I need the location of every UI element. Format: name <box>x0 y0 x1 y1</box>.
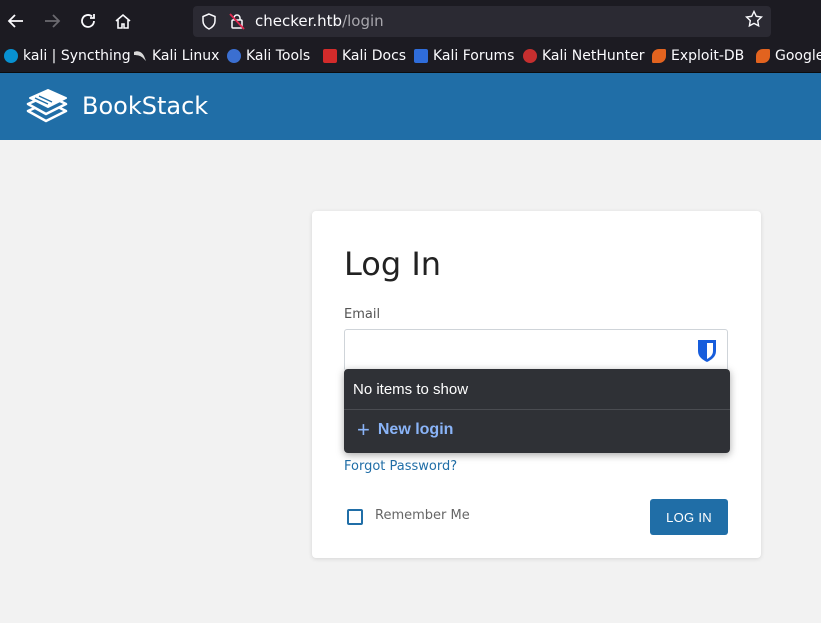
bookmark-label: Google <box>775 48 821 64</box>
plus-icon: + <box>357 417 370 442</box>
bitwarden-shield-icon[interactable] <box>696 339 718 363</box>
bookmark-star-icon[interactable] <box>744 9 764 33</box>
url-path: /login <box>342 12 384 30</box>
url-text[interactable]: checker.htb/login <box>255 12 384 30</box>
syncthing-icon <box>4 49 18 63</box>
bookmark-label: Kali Forums <box>433 48 515 64</box>
exploit-db-icon <box>652 49 666 63</box>
new-login-label: New login <box>377 421 454 438</box>
bookmark-label: Kali NetHunter <box>542 48 645 64</box>
bookmark-label: Kali Tools <box>246 48 311 64</box>
autofill-dropdown: No items to show + New login <box>344 369 730 453</box>
url-bar[interactable]: checker.htb/login <box>193 6 771 37</box>
kali-forums-icon <box>414 49 428 63</box>
browser-toolbar: checker.htb/login <box>0 0 821 42</box>
remember-me-label[interactable]: Remember Me <box>375 508 470 523</box>
bookmark-label: Kali Docs <box>342 48 407 64</box>
url-host: checker.htb <box>255 12 343 30</box>
bookmark-label: Kali Linux <box>152 48 220 64</box>
bookmark-exploit-db[interactable]: Exploit-DB <box>652 48 744 64</box>
google-hacking-icon <box>756 49 770 63</box>
arrow-right-icon <box>45 14 61 28</box>
forgot-password-link[interactable]: Forgot Password? <box>344 459 457 474</box>
bookmark-label: Exploit-DB <box>671 48 745 64</box>
login-button[interactable]: LOG IN <box>650 499 728 535</box>
bookmark-kali-nethunter[interactable]: Kali NetHunter <box>523 48 644 64</box>
kali-tools-icon <box>227 49 241 63</box>
shield-icon[interactable] <box>201 13 217 34</box>
remember-me-checkbox[interactable] <box>347 509 363 525</box>
home-button[interactable] <box>111 9 135 33</box>
email-label: Email <box>344 307 381 322</box>
app-header: BookStack <box>0 73 821 140</box>
back-button[interactable] <box>4 9 28 33</box>
arrow-left-icon <box>7 14 23 28</box>
bookstack-logo-icon[interactable] <box>26 89 68 125</box>
page-title: Log In <box>344 245 442 283</box>
bookmark-kali-tools[interactable]: Kali Tools <box>227 48 310 64</box>
bookmark-kali-linux[interactable]: Kali Linux <box>133 48 219 64</box>
kali-docs-icon <box>323 49 337 63</box>
autofill-empty-row: No items to show <box>344 369 730 410</box>
home-icon <box>115 13 131 29</box>
insecure-lock-icon[interactable] <box>229 13 245 34</box>
email-field[interactable] <box>344 329 728 371</box>
kali-dragon-icon <box>133 49 147 63</box>
autofill-empty-text: No items to show <box>353 381 469 398</box>
bookmark-label: kali | Syncthing <box>23 48 131 64</box>
bookmark-google-hacking[interactable]: Google <box>756 48 821 64</box>
bookmark-kali-forums[interactable]: Kali Forums <box>414 48 514 64</box>
reload-icon <box>81 14 95 28</box>
nethunter-icon <box>523 49 537 63</box>
reload-button[interactable] <box>76 9 100 33</box>
forward-button[interactable] <box>40 9 64 33</box>
bookmark-syncthing[interactable]: kali | Syncthing <box>4 48 131 64</box>
brand-name[interactable]: BookStack <box>82 92 208 120</box>
bookmarks-bar: kali | Syncthing Kali Linux Kali Tools K… <box>0 42 821 73</box>
new-login-button[interactable]: + New login <box>357 417 454 442</box>
bookmark-kali-docs[interactable]: Kali Docs <box>323 48 406 64</box>
